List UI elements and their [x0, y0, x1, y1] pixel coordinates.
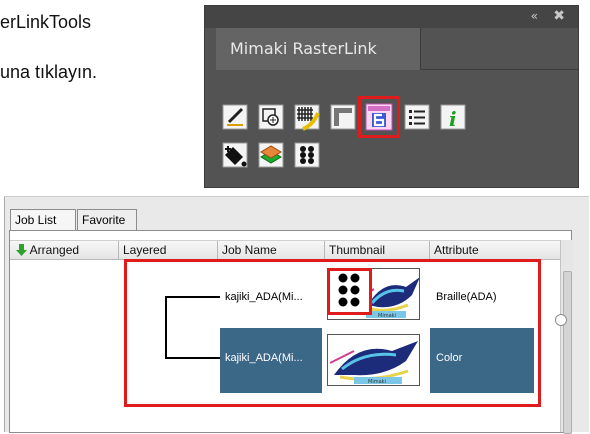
cut-path-icon[interactable] — [255, 101, 287, 133]
tab-job-list[interactable]: Job List — [10, 209, 76, 230]
instruction-text-line2: una tıklayın. — [0, 62, 98, 82]
info-icon[interactable]: i — [437, 101, 469, 133]
column-arranged[interactable]: Arranged — [10, 241, 119, 259]
column-layered[interactable]: Layered — [119, 241, 218, 259]
tab-favorite[interactable]: Favorite — [77, 209, 137, 230]
layered-jobs-highlight — [124, 259, 541, 407]
panel-tab-mimaki-rasterlink[interactable]: Mimaki RasterLink — [216, 28, 421, 70]
pen-tool-icon[interactable] — [219, 101, 251, 133]
table-header: Arranged Layered Job Name Thumbnail Attr… — [10, 240, 560, 260]
tab-job-list-label: Job List — [15, 213, 57, 227]
scrollbar-thumb[interactable] — [563, 271, 572, 434]
scroll-knob[interactable] — [555, 314, 567, 326]
fill-icon[interactable] — [219, 139, 251, 171]
job-list-icon[interactable] — [401, 101, 433, 133]
svg-text:i: i — [449, 107, 457, 131]
grid-fill-icon[interactable] — [291, 101, 323, 133]
braille-dots-icon[interactable] — [291, 139, 323, 171]
instruction-text-line1: erLinkTools — [0, 12, 92, 32]
rasterlink6-highlight — [358, 96, 400, 138]
column-attribute[interactable]: Attribute — [430, 241, 560, 259]
rasterlink-tools-panel: « ✖ Mimaki RasterLink i — [204, 5, 579, 188]
layers-icon[interactable] — [255, 139, 287, 171]
arrow-down-icon — [16, 244, 27, 256]
panel-titlebar: « ✖ — [205, 6, 578, 28]
column-thumbnail[interactable]: Thumbnail — [325, 241, 430, 259]
collapse-icon[interactable]: « — [531, 9, 538, 23]
frame-icon[interactable] — [327, 101, 359, 133]
column-job-name[interactable]: Job Name — [218, 241, 325, 259]
close-icon[interactable]: ✖ — [553, 8, 565, 24]
tab-favorite-label: Favorite — [82, 213, 126, 227]
